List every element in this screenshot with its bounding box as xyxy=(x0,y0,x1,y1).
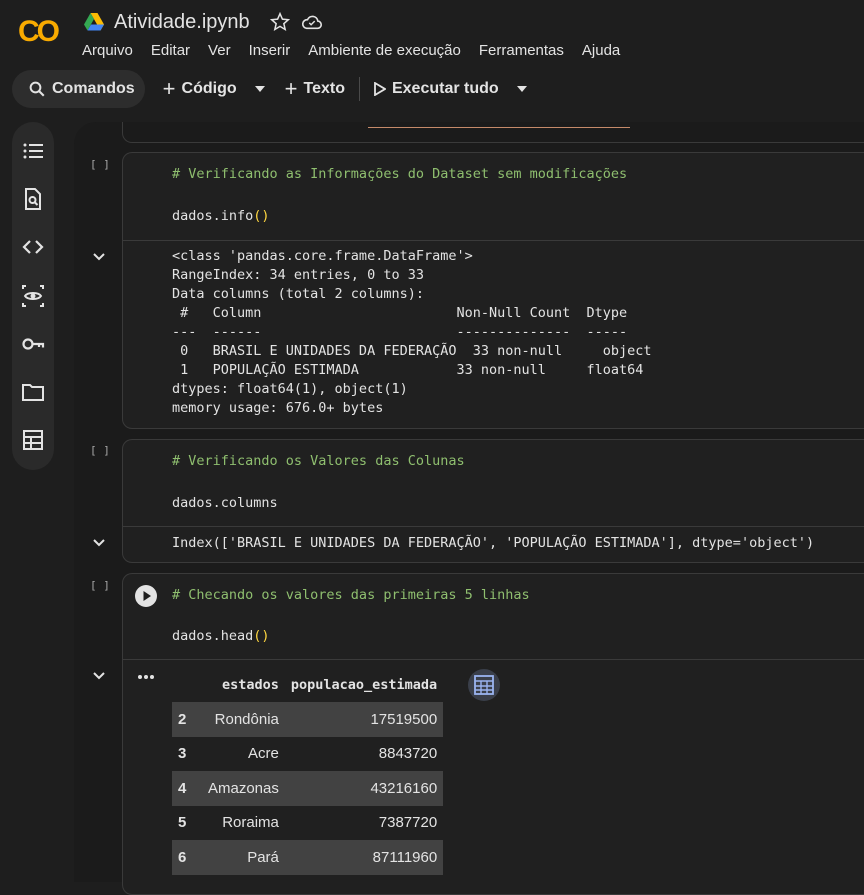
more-options-icon[interactable] xyxy=(136,672,156,682)
run-cell-button[interactable] xyxy=(134,584,158,608)
previous-cell-bottom xyxy=(122,122,864,143)
caret-down-icon[interactable] xyxy=(254,86,265,92)
table-row: 2 Rondônia 17519500 xyxy=(172,702,444,737)
chevron-down-icon[interactable] xyxy=(90,248,108,266)
plus-icon: + xyxy=(284,76,298,101)
row-index: 5 xyxy=(178,814,187,832)
cell-execution-count: [ ] xyxy=(90,579,110,592)
table-row: 6 Pará 87111960 xyxy=(172,840,444,875)
dataframe-header-row: estados populacao_estimada xyxy=(172,668,443,702)
commands-button[interactable]: Comandos xyxy=(12,70,145,108)
caret-down-icon[interactable] xyxy=(516,86,527,92)
row-index: 6 xyxy=(178,848,187,866)
column-header: populacao_estimada xyxy=(290,677,438,693)
secrets-key-icon[interactable] xyxy=(21,332,45,356)
previous-cell-underline xyxy=(368,127,630,128)
cell-estado: Acre xyxy=(248,745,279,763)
folder-icon[interactable] xyxy=(21,380,45,404)
cell-estado: Amazonas xyxy=(208,779,279,797)
cell-estado: Roraima xyxy=(222,814,279,832)
chevron-down-icon[interactable] xyxy=(90,534,108,552)
cell-execution-count: [ ] xyxy=(90,444,110,457)
menu-inserir[interactable]: Inserir xyxy=(249,42,291,59)
add-code-label: Código xyxy=(181,80,237,97)
table-row: 5 Roraima 7387720 xyxy=(172,806,443,841)
code-line: dados.columns xyxy=(172,495,278,511)
convert-to-interactive-table-button[interactable] xyxy=(467,668,501,702)
code-line: dados.head() xyxy=(172,628,270,644)
row-index: 3 xyxy=(178,745,187,763)
table-row: 4 Amazonas 43216160 xyxy=(172,771,444,806)
toolbar: Comandos + Código + Texto Executar tudo xyxy=(12,68,864,110)
cell-populacao: 8843720 xyxy=(378,745,438,763)
column-header: estados xyxy=(221,677,279,693)
cell-execution-count: [ ] xyxy=(90,158,110,171)
add-code-button[interactable]: + Código xyxy=(153,70,275,108)
google-drive-icon xyxy=(82,10,106,34)
output-divider xyxy=(123,659,864,660)
cell-output-text: <class 'pandas.core.frame.DataFrame'> Ra… xyxy=(172,248,652,416)
cell-output-text: Index(['BRASIL E UNIDADES DA FEDERAÇÃO',… xyxy=(172,535,815,551)
side-rail xyxy=(12,122,54,470)
cloud-saved-icon[interactable] xyxy=(300,10,324,34)
row-index: 4 xyxy=(178,779,187,797)
row-index: 2 xyxy=(178,710,187,728)
title-row: Atividade.ipynb xyxy=(82,8,324,36)
output-divider xyxy=(123,240,864,241)
notebook-title[interactable]: Atividade.ipynb xyxy=(114,11,250,34)
dataframe-table: estados populacao_estimada 2 Rondônia 17… xyxy=(172,668,444,875)
cell-populacao: 7387720 xyxy=(378,814,438,832)
menu-arquivo[interactable]: Arquivo xyxy=(82,42,133,59)
table-of-contents-icon[interactable] xyxy=(21,139,45,163)
code-comment: # Verificando as Informações do Dataset … xyxy=(172,166,628,182)
cell-populacao: 17519500 xyxy=(370,710,438,728)
menu-ambiente-de-execucao[interactable]: Ambiente de execução xyxy=(308,42,461,59)
code-comment: # Verificando os Valores das Colunas xyxy=(172,453,465,469)
chevron-down-icon[interactable] xyxy=(90,667,108,685)
toolbar-divider xyxy=(358,77,360,101)
menu-bar: Arquivo Editar Ver Inserir Ambiente de e… xyxy=(82,42,638,59)
menu-editar[interactable]: Editar xyxy=(151,42,190,59)
menu-ferramentas[interactable]: Ferramentas xyxy=(479,42,564,59)
code-comment: # Checando os valores das primeiras 5 li… xyxy=(172,587,530,603)
run-all-label: Executar tudo xyxy=(391,80,499,97)
table-row: 3 Acre 8843720 xyxy=(172,737,443,772)
play-icon xyxy=(374,82,386,96)
cell-estado: Pará xyxy=(247,848,279,866)
run-all-button[interactable]: Executar tudo xyxy=(364,70,537,108)
colab-logo[interactable]: CO xyxy=(18,12,66,48)
search-icon xyxy=(29,81,45,97)
code-snippets-icon[interactable] xyxy=(21,235,45,259)
menu-ver[interactable]: Ver xyxy=(208,42,231,59)
svg-text:CO: CO xyxy=(18,15,60,48)
code-line: dados.info() xyxy=(172,208,270,224)
cell-estado: Rondônia xyxy=(214,710,279,728)
output-divider xyxy=(123,526,864,527)
plus-icon: + xyxy=(162,76,176,101)
add-text-button[interactable]: + Texto xyxy=(275,70,355,108)
cell-populacao: 43216160 xyxy=(370,779,438,797)
cell-populacao: 87111960 xyxy=(372,848,438,866)
variable-inspector-icon[interactable] xyxy=(21,284,45,308)
menu-ajuda[interactable]: Ajuda xyxy=(582,42,620,59)
index-header xyxy=(172,668,202,702)
find-in-file-icon[interactable] xyxy=(21,187,45,211)
star-icon[interactable] xyxy=(268,10,292,34)
data-table-icon[interactable] xyxy=(21,428,45,452)
add-text-label: Texto xyxy=(303,80,345,97)
commands-label: Comandos xyxy=(52,80,135,97)
